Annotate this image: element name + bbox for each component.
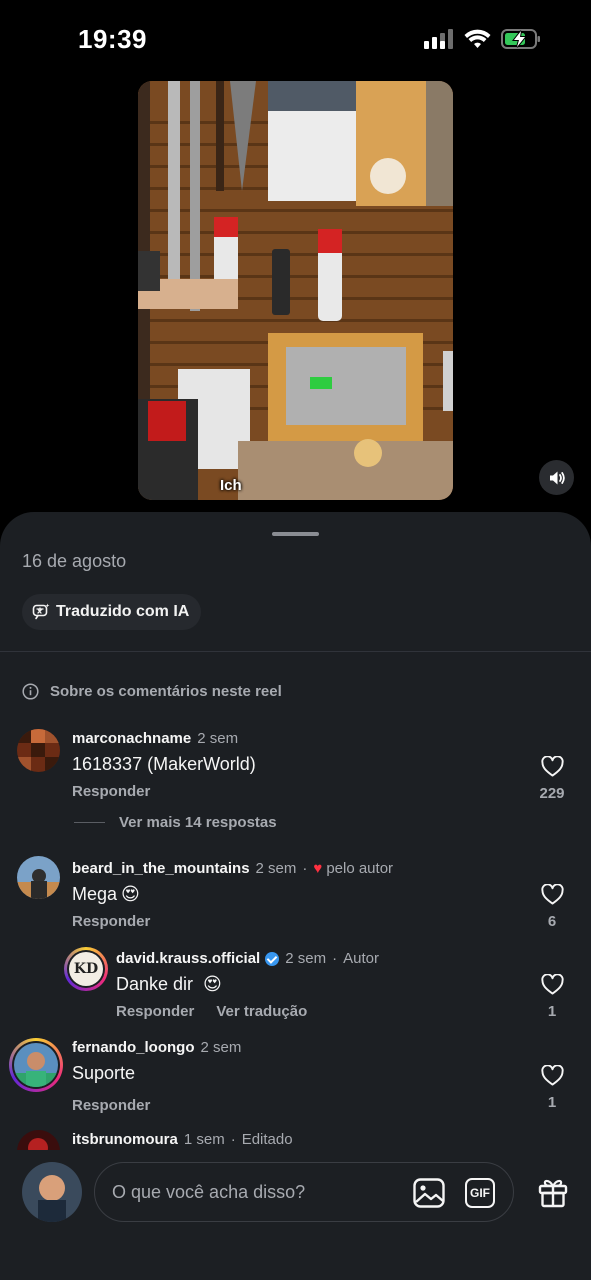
- heart-icon[interactable]: [540, 884, 564, 905]
- reply-text: Danke dir 😍: [116, 974, 222, 995]
- reply-username[interactable]: david.krauss.official: [116, 950, 260, 967]
- battery-charging-icon: [501, 29, 540, 49]
- reply-like: 1: [532, 974, 572, 1020]
- comment-time: 2 sem: [197, 730, 239, 747]
- speaker-icon: [549, 471, 565, 484]
- comment-header: beard_in_the_mountains 2 sem · ♥ pelo au…: [72, 860, 393, 877]
- comment-input[interactable]: O que você acha disso? GIF: [94, 1162, 514, 1222]
- comment-like: 1: [532, 1065, 572, 1111]
- avatar[interactable]: [17, 729, 60, 772]
- gift-icon[interactable]: [537, 1176, 569, 1208]
- replies-line: [74, 822, 105, 823]
- divider: [0, 651, 591, 652]
- about-comments-label: Sobre os comentários neste reel: [50, 683, 282, 700]
- sheet-drag-handle[interactable]: [272, 532, 319, 536]
- like-count: 6: [547, 913, 557, 930]
- comment-input-placeholder: O que você acha disso?: [112, 1182, 306, 1202]
- avatar[interactable]: [9, 1038, 63, 1092]
- wifi-icon: [464, 29, 491, 48]
- heart-icon[interactable]: [540, 974, 564, 995]
- reply-button[interactable]: Responder: [72, 783, 150, 800]
- like-count: 1: [547, 1094, 557, 1111]
- comment-username[interactable]: fernando_loongo: [72, 1039, 195, 1056]
- ai-chip-label: Traduzido com IA: [56, 603, 190, 620]
- comment-time: 1 sem: [183, 1131, 225, 1148]
- view-more-replies[interactable]: Ver mais 14 respostas: [74, 814, 277, 831]
- heart-icon[interactable]: [540, 1065, 564, 1086]
- comment-header: itsbrunomoura 1 sem · Editado: [72, 1131, 293, 1148]
- comment-header: fernando_loongo 2 sem: [72, 1039, 241, 1056]
- author-avatar-logo: KD: [69, 952, 103, 986]
- cellular-signal-icon: [424, 29, 453, 49]
- comment-username[interactable]: itsbrunomoura: [72, 1131, 178, 1148]
- author-role-label: Autor: [343, 950, 379, 967]
- heart-icon[interactable]: [540, 756, 564, 777]
- comment-like: 229: [532, 756, 572, 802]
- comment-header: marconachname 2 sem: [72, 730, 238, 747]
- verified-badge-icon: [265, 951, 280, 966]
- status-icons: [424, 28, 541, 50]
- self-avatar: [22, 1162, 82, 1222]
- translate-ai-icon: [32, 603, 50, 620]
- info-icon: [22, 683, 39, 700]
- liked-by-author-label: pelo autor: [326, 860, 394, 877]
- status-time: 19:39: [78, 24, 147, 54]
- about-comments-link[interactable]: Sobre os comentários neste reel: [22, 683, 282, 700]
- comment-text: Mega 😍: [72, 884, 140, 905]
- liked-by-author-heart-icon: ♥: [313, 860, 323, 877]
- avatar[interactable]: [17, 856, 60, 899]
- comment-time: 2 sem: [200, 1039, 242, 1056]
- video-frame-image: [138, 81, 453, 500]
- comment-actions: Responder: [72, 1097, 150, 1114]
- comment-like: 6: [532, 884, 572, 930]
- reply-button[interactable]: Responder: [116, 1003, 194, 1020]
- like-count: 1: [547, 1003, 557, 1020]
- ai-translated-chip[interactable]: Traduzido com IA: [22, 594, 202, 630]
- gif-button[interactable]: GIF: [465, 1178, 495, 1208]
- comment-text-content: Suporte: [72, 1063, 136, 1083]
- image-icon[interactable]: [413, 1178, 445, 1208]
- status-bar: 19:39: [0, 0, 591, 80]
- comment-text: Suporte: [72, 1063, 135, 1084]
- comment-actions: Responder: [72, 783, 150, 800]
- comment-composer: O que você acha disso? GIF: [0, 1150, 591, 1280]
- self-avatar-image: [22, 1162, 82, 1222]
- avatar-image: [17, 729, 60, 772]
- video-caption: Ich: [220, 477, 242, 494]
- comment-username[interactable]: marconachname: [72, 730, 191, 747]
- mute-button[interactable]: [539, 460, 574, 495]
- comment-username[interactable]: beard_in_the_mountains: [72, 860, 250, 877]
- comment-text-content: Mega: [72, 884, 118, 904]
- avatar-image: [14, 1043, 58, 1087]
- reply-text-content: Danke dir: [116, 974, 194, 994]
- reply-button[interactable]: Responder: [72, 1097, 150, 1114]
- reply-button[interactable]: Responder: [72, 913, 150, 930]
- comment-text-content: 1618337 (MakerWorld): [72, 754, 256, 774]
- heart-eyes-emoji-icon: 😍: [121, 884, 140, 904]
- heart-eyes-emoji-icon: 😍: [203, 974, 222, 994]
- reply-time: 2 sem: [285, 950, 327, 967]
- reply-actions: Responder Ver tradução: [116, 1003, 307, 1020]
- meta-separator: ·: [302, 860, 308, 877]
- edited-label: Editado: [241, 1131, 293, 1148]
- comment-time: 2 sem: [255, 860, 297, 877]
- reply-header: david.krauss.official 2 sem · Autor: [116, 950, 379, 967]
- see-translation-button[interactable]: Ver tradução: [216, 1003, 307, 1020]
- view-more-replies-label: Ver mais 14 respostas: [119, 814, 277, 831]
- meta-separator: ·: [332, 950, 338, 967]
- comment-actions: Responder: [72, 913, 150, 930]
- avatar-image: [17, 856, 60, 899]
- reel-video[interactable]: Ich: [138, 81, 453, 500]
- post-date: 16 de agosto: [22, 551, 127, 571]
- comment-text: 1618337 (MakerWorld): [72, 754, 256, 775]
- meta-separator: ·: [230, 1131, 236, 1148]
- author-avatar[interactable]: KD: [64, 947, 108, 991]
- like-count: 229: [539, 785, 565, 802]
